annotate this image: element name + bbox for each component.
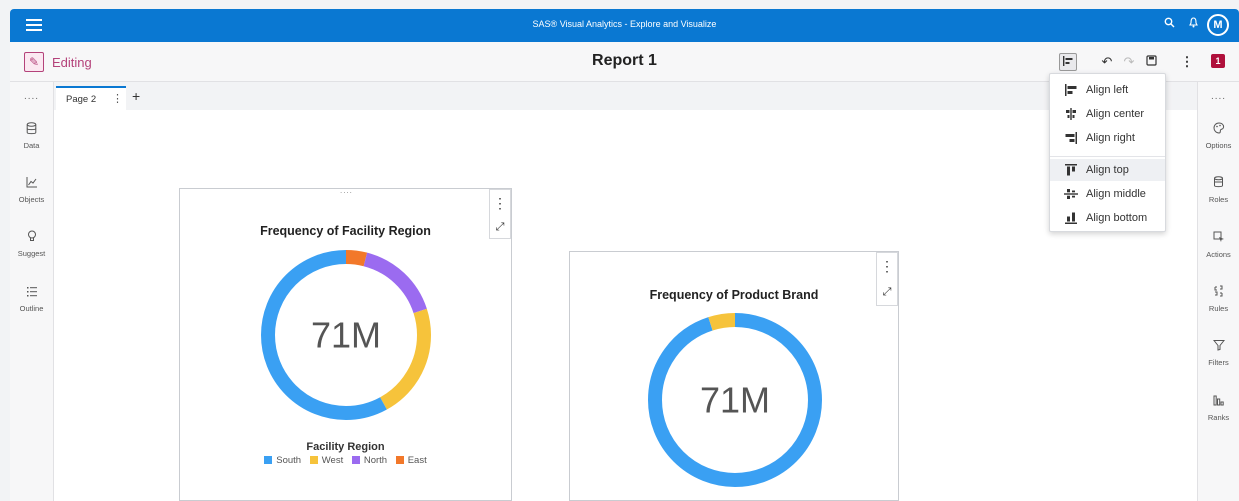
legend-title: Facility Region (306, 441, 385, 453)
donut-center-value: 71M (311, 315, 381, 356)
legend-item-east[interactable]: East (395, 455, 427, 466)
report-canvas[interactable]: .... ⋮ ⤢ Frequency of Facility Region 71… (54, 110, 1197, 501)
sidebar-item-outline[interactable]: Outline (10, 285, 53, 313)
sidebar-grip[interactable]: .... (10, 91, 53, 102)
top-app-bar: SAS® Visual Analytics - Explore and Visu… (10, 9, 1239, 42)
menu-item-align-bottom[interactable]: Align bottom (1050, 207, 1165, 229)
app-title: SAS® Visual Analytics - Explore and Visu… (532, 19, 717, 29)
sidebar-item-data[interactable]: Data (10, 122, 53, 150)
left-sidebar: .... Data Objects Suggest Outline (10, 82, 54, 501)
legend-label: East (407, 455, 427, 466)
sidebar-item-rules[interactable]: Rules (1198, 285, 1239, 313)
donut-chart[interactable]: 71M (570, 252, 900, 501)
report-title: Report 1 (592, 52, 657, 69)
user-avatar[interactable]: M (1207, 14, 1229, 36)
legend-swatch (264, 456, 273, 464)
align-right-icon (1065, 132, 1077, 144)
sidebar-item-roles[interactable]: Roles (1198, 176, 1239, 204)
sidebar-item-label: Objects (18, 195, 45, 204)
legend-item-west[interactable]: West (309, 455, 344, 466)
filter-icon (1198, 339, 1239, 355)
legend-label: North (363, 455, 388, 466)
sidebar-item-actions[interactable]: Actions (1198, 231, 1239, 259)
menu-item-label: Align center (1086, 108, 1145, 120)
search-icon[interactable] (1161, 17, 1177, 33)
rules-icon (1198, 285, 1239, 301)
sidebar-grip[interactable]: .... (1198, 91, 1239, 102)
menu-item-label: Align top (1086, 164, 1129, 176)
tab-more-icon[interactable]: ⋮ (112, 92, 123, 105)
menu-divider (1050, 156, 1165, 157)
add-page-icon[interactable]: + (132, 88, 140, 104)
menu-item-align-top[interactable]: Align top (1050, 159, 1165, 181)
paint-icon (1198, 122, 1239, 138)
chart-legend: Facility Region South West North East (180, 441, 511, 466)
align-bottom-icon (1065, 212, 1077, 224)
menu-item-label: Align right (1086, 132, 1135, 144)
sidebar-item-options[interactable]: Options (1198, 122, 1239, 150)
legend-items: South West North East (180, 455, 511, 466)
menu-item-label: Align middle (1086, 188, 1146, 200)
chart-card-product-brand[interactable]: ⋮ ⤢ Frequency of Product Brand 71M (569, 251, 899, 501)
legend-item-south[interactable]: South (264, 455, 301, 466)
sidebar-item-label: Suggest (17, 249, 46, 258)
app-window: SAS® Visual Analytics - Explore and Visu… (0, 0, 1239, 501)
align-top-icon (1065, 164, 1077, 176)
sidebar-item-label: Data (23, 141, 40, 150)
sidebar-item-label: Options (1205, 141, 1232, 150)
legend-item-north[interactable]: North (351, 455, 388, 466)
legend-swatch (351, 456, 360, 464)
align-middle-icon (1064, 189, 1078, 199)
sidebar-item-ranks[interactable]: Ranks (1198, 394, 1239, 422)
menu-item-align-center[interactable]: Align center (1050, 103, 1165, 125)
more-options-icon[interactable]: ⋮ (1178, 53, 1196, 71)
page-tabs: Page 2 ⋮ + (54, 82, 1197, 110)
list-icon (10, 285, 53, 301)
align-menu-button[interactable] (1059, 53, 1077, 71)
donut-center-value: 71M (700, 380, 770, 421)
menu-item-label: Align left (1086, 84, 1129, 96)
legend-label: West (321, 455, 344, 466)
notifications-icon[interactable] (1185, 17, 1201, 33)
ranks-icon (1198, 394, 1239, 410)
right-sidebar: .... Options Roles Actions Rules Filters… (1197, 82, 1239, 501)
lightbulb-icon (10, 230, 53, 246)
legend-swatch (395, 456, 404, 464)
legend-label: South (276, 455, 302, 466)
save-icon[interactable] (1142, 53, 1160, 71)
chart-card-facility-region[interactable]: .... ⋮ ⤢ Frequency of Facility Region 71… (179, 186, 512, 501)
roles-icon (1198, 176, 1239, 192)
menu-item-align-right[interactable]: Align right (1050, 127, 1165, 149)
tab-page-2[interactable]: Page 2 ⋮ (56, 86, 126, 110)
sidebar-item-filters[interactable]: Filters (1198, 339, 1239, 367)
cursor-icon (1198, 231, 1239, 247)
notification-badge[interactable]: 1 (1211, 54, 1225, 68)
align-center-icon (1066, 108, 1076, 120)
sidebar-item-label: Roles (1208, 195, 1229, 204)
align-dropdown-menu: Align left Align center Align right Alig… (1049, 73, 1166, 232)
undo-icon[interactable]: ↶ (1098, 53, 1116, 71)
sidebar-item-label: Actions (1206, 250, 1231, 259)
sidebar-item-label: Outline (19, 304, 44, 313)
tab-label: Page 2 (66, 94, 97, 105)
sidebar-item-label: Ranks (1207, 413, 1230, 422)
menu-item-align-left[interactable]: Align left (1050, 79, 1165, 101)
menu-item-align-middle[interactable]: Align middle (1050, 183, 1165, 205)
sidebar-item-objects[interactable]: Objects (10, 176, 53, 204)
redo-icon[interactable]: ↷ (1120, 53, 1138, 71)
sidebar-item-suggest[interactable]: Suggest (10, 230, 53, 258)
legend-swatch (309, 456, 318, 464)
sidebar-item-label: Rules (1208, 304, 1229, 313)
chart-line-icon (10, 176, 53, 192)
database-icon (10, 122, 53, 138)
sidebar-item-label: Filters (1208, 358, 1229, 367)
menu-item-label: Align bottom (1086, 212, 1148, 224)
align-left-icon (1065, 84, 1077, 96)
